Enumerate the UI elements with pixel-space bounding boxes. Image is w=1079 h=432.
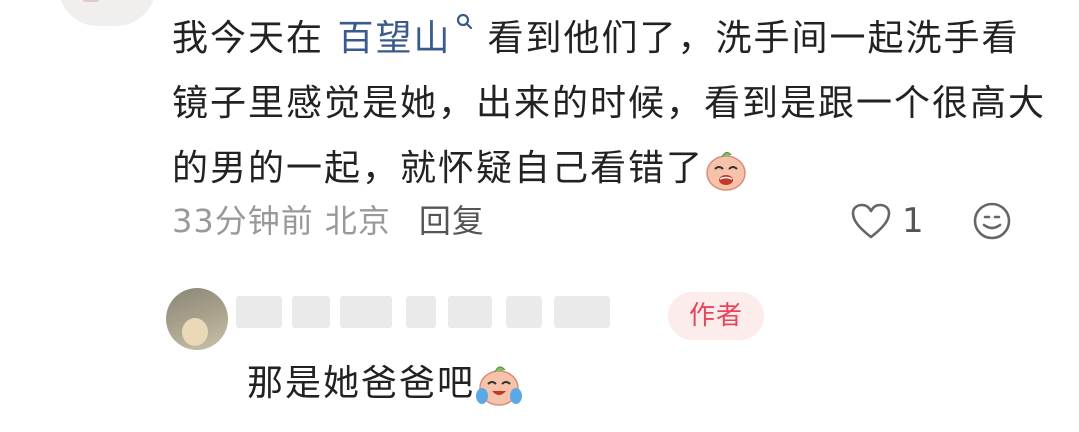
heart-icon [851, 203, 891, 239]
place-search-link[interactable]: 百望山 [337, 18, 451, 59]
laughing-tears-icon [476, 366, 523, 406]
reply-body: 那是她爸爸吧 [247, 356, 523, 412]
search-icon[interactable] [455, 12, 475, 34]
author-badge: 作者 [668, 292, 764, 340]
reply-text: 那是她爸爸吧 [247, 363, 476, 404]
author-name-blurred[interactable] [236, 292, 636, 332]
comment-time-location: 33分钟前 北京 [172, 202, 391, 240]
like-count: 1 [902, 201, 924, 241]
commenter-avatar[interactable] [58, 0, 156, 26]
reply-button[interactable]: 回复 [419, 202, 485, 240]
comment-text-before-link: 我今天在 [172, 18, 338, 59]
crying-face-icon [706, 151, 746, 191]
comment-body: 我今天在 百望山 看到他们了，洗手间一起洗手看镜子里感觉是她，出来的时候，看到是跟… [172, 6, 1052, 201]
smile-icon[interactable] [972, 201, 1012, 241]
comment-meta: 33分钟前 北京 回复 [172, 198, 485, 244]
like-button[interactable]: 1 [850, 198, 924, 244]
author-avatar[interactable] [166, 288, 228, 350]
